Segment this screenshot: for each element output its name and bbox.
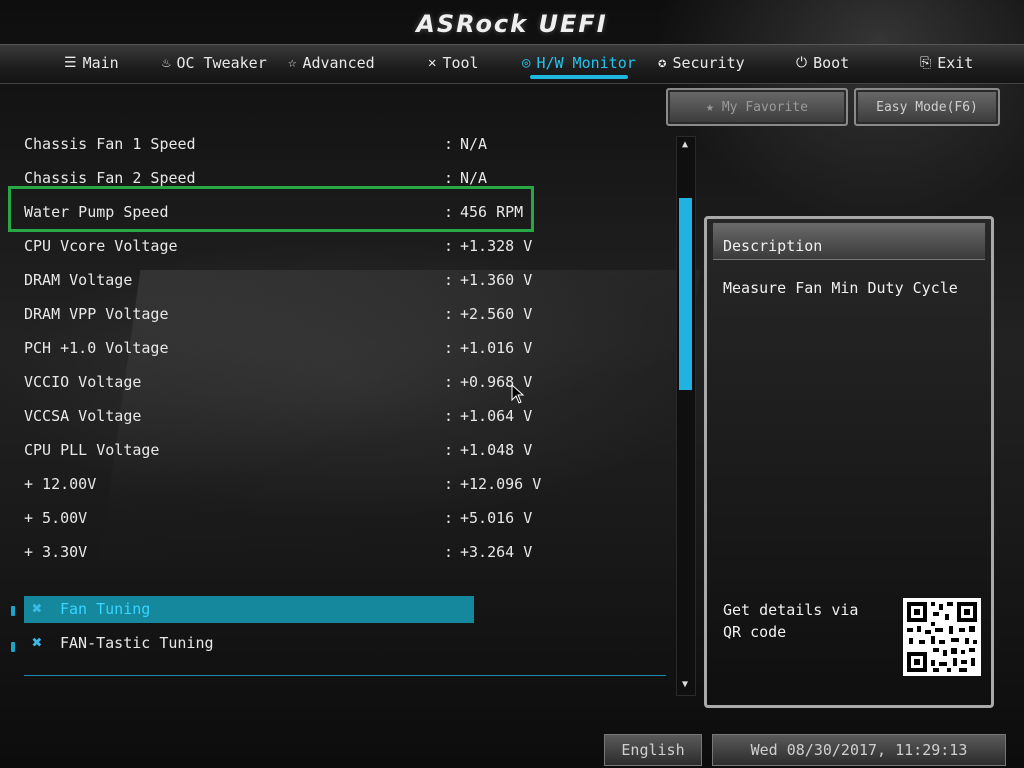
reading-label: DRAM VPP Voltage (24, 305, 169, 323)
tab-main[interactable]: ☰ Main (64, 45, 119, 81)
my-favorite-button[interactable]: ★ My Favorite (666, 88, 848, 126)
reading-colon: : (444, 407, 454, 425)
tab-hw-monitor[interactable]: ◎ H/W Monitor (522, 45, 636, 81)
reading-row[interactable]: CPU PLL Voltage : +1.048 V (24, 435, 664, 465)
divider (24, 675, 666, 676)
reading-colon: : (444, 135, 454, 153)
reading-label: + 12.00V (24, 475, 97, 493)
scroll-up-arrow-icon[interactable]: ▲ (676, 137, 694, 153)
tab-label: Security (672, 54, 745, 72)
reading-row[interactable]: + 12.00V : +12.096 V (24, 469, 664, 499)
reading-label: DRAM Voltage (24, 271, 133, 289)
exit-icon: ⎘ (920, 55, 932, 71)
reading-colon: : (444, 271, 454, 289)
tab-tool[interactable]: ✕ Tool (428, 45, 479, 81)
submenu-indicator-icon (11, 606, 15, 616)
reading-row[interactable]: + 3.30V : +3.264 V (24, 537, 664, 567)
submenu-fan-tuning[interactable]: ✖ Fan Tuning (24, 596, 474, 623)
reading-value: +1.016 V (460, 339, 533, 357)
star-icon: ☆ (288, 55, 297, 71)
reading-label: CPU Vcore Voltage (24, 237, 178, 255)
submenu-fan-tastic-tuning[interactable]: ✖ FAN-Tastic Tuning (24, 630, 474, 657)
submenu-label: Fan Tuning (60, 600, 151, 618)
reading-row[interactable]: Chassis Fan 1 Speed : N/A (24, 129, 664, 159)
tab-label: Tool (442, 54, 479, 72)
reading-row[interactable]: DRAM Voltage : +1.360 V (24, 265, 664, 295)
my-favorite-label: My Favorite (721, 99, 808, 115)
tab-exit[interactable]: ⎘ Exit (920, 45, 973, 81)
reading-row[interactable]: + 5.00V : +5.016 V (24, 503, 664, 533)
reading-value: +12.096 V (460, 475, 542, 493)
reading-label: Chassis Fan 1 Speed (24, 135, 196, 153)
reading-colon: : (444, 373, 454, 391)
submenu-label: FAN-Tastic Tuning (60, 634, 214, 652)
reading-colon: : (444, 543, 454, 561)
scrollbar-thumb[interactable] (679, 198, 692, 390)
reading-label: VCCIO Voltage (24, 373, 142, 391)
qr-caption: Get details via QR code (723, 601, 859, 641)
star-icon: ★ (706, 99, 714, 115)
flame-icon: ♨ (162, 55, 171, 71)
reading-colon: : (444, 237, 454, 255)
scroll-down-arrow-icon[interactable]: ▼ (676, 677, 694, 693)
easy-mode-label: Easy Mode(F6) (876, 99, 978, 115)
tab-label: OC Tweaker (176, 54, 267, 72)
description-title: Description (723, 237, 823, 255)
monitor-icon: ◎ (522, 55, 531, 71)
reading-row[interactable]: DRAM VPP Voltage : +2.560 V (24, 299, 664, 329)
reading-colon: : (444, 509, 454, 527)
qr-code-icon (903, 598, 981, 676)
tab-oc-tweaker[interactable]: ♨ OC Tweaker (162, 45, 267, 81)
tab-label: Boot (813, 54, 850, 72)
reading-label: + 5.00V (24, 509, 88, 527)
tab-advanced[interactable]: ☆ Advanced (288, 45, 375, 81)
reading-value: +3.264 V (460, 543, 533, 561)
tab-label: H/W Monitor (536, 54, 636, 72)
reading-label: PCH +1.0 Voltage (24, 339, 169, 357)
reading-label: CPU PLL Voltage (24, 441, 160, 459)
reading-colon: : (444, 441, 454, 459)
language-selector[interactable]: English (604, 734, 702, 766)
reading-value: +1.064 V (460, 407, 533, 425)
tab-label: Main (82, 54, 119, 72)
top-nav-bar: ☰ Main ♨ OC Tweaker ☆ Advanced ✕ Tool ◎ … (0, 44, 1024, 84)
reading-row[interactable]: VCCIO Voltage : +0.968 V (24, 367, 664, 397)
tools-icon: ✕ (428, 55, 437, 71)
tab-boot[interactable]: ⏻ Boot (796, 45, 849, 81)
reading-row[interactable]: PCH +1.0 Voltage : +1.016 V (24, 333, 664, 363)
water-pump-highlight-box (8, 186, 534, 232)
power-icon: ⏻ (796, 55, 808, 71)
reading-row[interactable]: VCCSA Voltage : +1.064 V (24, 401, 664, 431)
tools-icon: ✖ (32, 599, 43, 619)
reading-colon: : (444, 339, 454, 357)
reading-value: +2.560 V (460, 305, 533, 323)
list-icon: ☰ (64, 55, 77, 71)
tab-security[interactable]: ✪ Security (658, 45, 745, 81)
datetime-display: Wed 08/30/2017, 11:29:13 (712, 734, 1006, 766)
mouse-cursor-icon (511, 384, 525, 404)
reading-label: + 3.30V (24, 543, 88, 561)
submenu-indicator-icon (11, 642, 15, 652)
reading-value: +5.016 V (460, 509, 533, 527)
reading-colon: : (444, 305, 454, 323)
tab-label: Advanced (302, 54, 375, 72)
reading-value: N/A (460, 135, 488, 153)
tab-label: Exit (937, 54, 974, 72)
brand-logo: ASRock UEFI (416, 10, 608, 38)
description-panel: Description Measure Fan Min Duty Cycle G… (704, 216, 994, 708)
shield-icon: ✪ (658, 55, 667, 71)
reading-row[interactable]: CPU Vcore Voltage : +1.328 V (24, 231, 664, 261)
reading-value: +1.328 V (460, 237, 533, 255)
tools-icon: ✖ (32, 633, 43, 653)
reading-value: +1.048 V (460, 441, 533, 459)
reading-label: VCCSA Voltage (24, 407, 142, 425)
reading-value: +1.360 V (460, 271, 533, 289)
reading-colon: : (444, 475, 454, 493)
easy-mode-button[interactable]: Easy Mode(F6) (854, 88, 1000, 126)
description-text: Measure Fan Min Duty Cycle (723, 279, 958, 297)
